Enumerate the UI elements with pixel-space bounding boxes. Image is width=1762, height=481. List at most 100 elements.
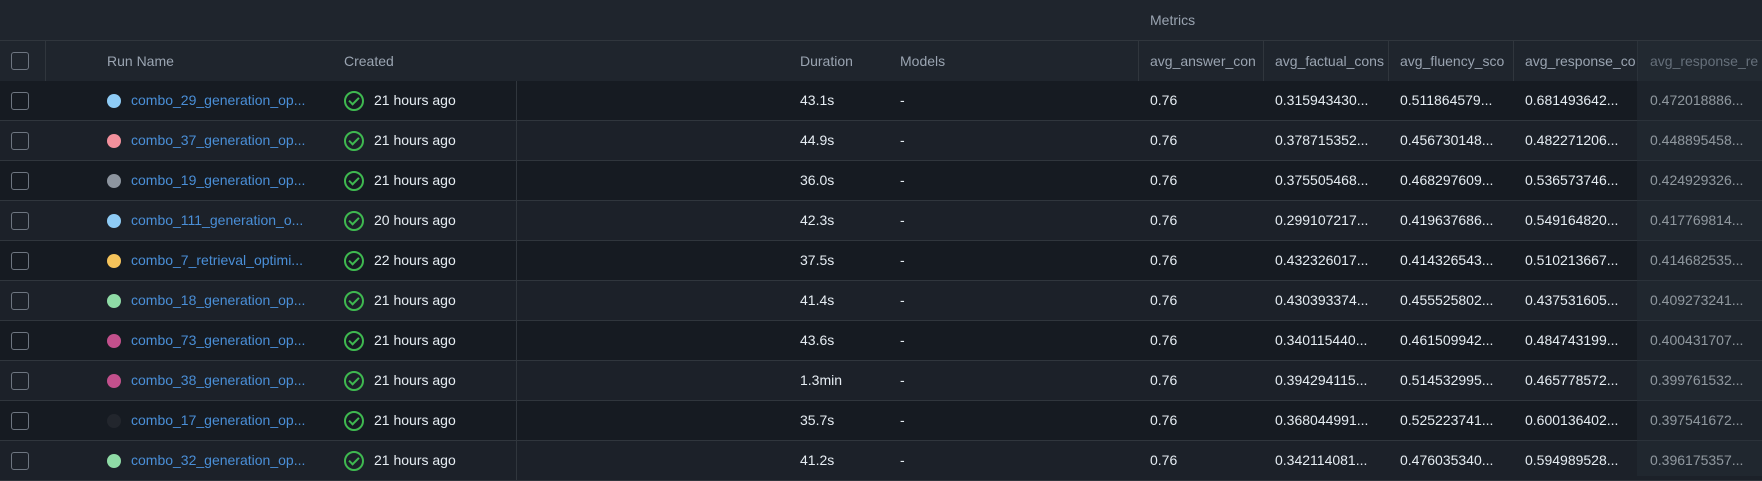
- row-select-checkbox[interactable]: [11, 372, 29, 390]
- avg-answer-value: 0.76: [1150, 452, 1178, 468]
- duration-value: 36.0s: [800, 172, 835, 188]
- table-row[interactable]: combo_32_generation_op... 21 hours ago 41.…: [0, 441, 1762, 481]
- column-header-avg-response-co[interactable]: avg_response_co: [1525, 41, 1635, 81]
- run-color-dot: [107, 214, 121, 228]
- column-header-models[interactable]: Models: [900, 41, 1100, 81]
- run-name-link[interactable]: combo_37_generation_op...: [131, 121, 316, 160]
- avg-factual-value: 0.342114081...: [1275, 452, 1368, 468]
- column-divider: [1513, 41, 1514, 81]
- row-select-checkbox[interactable]: [11, 172, 29, 190]
- avg-response-co-value: 0.465778572...: [1525, 372, 1619, 388]
- column-header-avg-fluency[interactable]: avg_fluency_sco: [1400, 41, 1510, 81]
- row-select-checkbox[interactable]: [11, 252, 29, 270]
- run-name-link[interactable]: combo_19_generation_op...: [131, 161, 316, 200]
- row-select-checkbox[interactable]: [11, 412, 29, 430]
- table-body: combo_29_generation_op... 21 hours ago 43.…: [0, 81, 1762, 481]
- row-select-checkbox[interactable]: [11, 452, 29, 470]
- models-value: -: [900, 172, 905, 188]
- row-select-checkbox[interactable]: [11, 332, 29, 350]
- table-row[interactable]: combo_18_generation_op... 21 hours ago 41.…: [0, 281, 1762, 321]
- created-time: 21 hours ago: [374, 372, 456, 388]
- avg-fluency-value: 0.525223741...: [1400, 412, 1494, 428]
- avg-response-re-value: 0.414682535...: [1650, 252, 1744, 268]
- column-divider: [1388, 41, 1389, 81]
- column-divider: [1138, 41, 1139, 81]
- column-divider: [516, 441, 517, 480]
- avg-answer-value: 0.76: [1150, 172, 1178, 188]
- avg-fluency-value: 0.414326543...: [1400, 252, 1494, 268]
- run-name-link[interactable]: combo_38_generation_op...: [131, 361, 316, 400]
- run-color-dot: [107, 374, 121, 388]
- column-divider: [516, 361, 517, 400]
- column-divider: [45, 41, 46, 81]
- avg-factual-value: 0.315943430...: [1275, 92, 1369, 108]
- created-time: 21 hours ago: [374, 172, 456, 188]
- run-name-link[interactable]: combo_32_generation_op...: [131, 441, 316, 480]
- column-header-avg-factual[interactable]: avg_factual_cons: [1275, 41, 1385, 81]
- success-check-icon: [344, 211, 364, 231]
- column-divider: [516, 161, 517, 200]
- success-check-icon: [344, 451, 364, 471]
- column-header-duration[interactable]: Duration: [800, 41, 890, 81]
- avg-fluency-value: 0.455525802...: [1400, 292, 1494, 308]
- table-row[interactable]: combo_111_generation_o... 20 hours ago 42.…: [0, 201, 1762, 241]
- duration-value: 35.7s: [800, 412, 835, 428]
- table-row[interactable]: combo_7_retrieval_optimi... 22 hours ago 3…: [0, 241, 1762, 281]
- avg-fluency-value: 0.468297609...: [1400, 172, 1494, 188]
- select-all-checkbox[interactable]: [11, 52, 29, 70]
- run-color-dot: [107, 174, 121, 188]
- run-name-link[interactable]: combo_73_generation_op...: [131, 321, 316, 360]
- avg-response-co-value: 0.549164820...: [1525, 212, 1619, 228]
- row-select-checkbox[interactable]: [11, 292, 29, 310]
- created-time: 22 hours ago: [374, 252, 456, 268]
- avg-response-co-value: 0.437531605...: [1525, 292, 1619, 308]
- run-name-link[interactable]: combo_17_generation_op...: [131, 401, 316, 440]
- row-select-checkbox[interactable]: [11, 132, 29, 150]
- run-color-dot: [107, 94, 121, 108]
- duration-value: 43.1s: [800, 92, 835, 108]
- table-row[interactable]: combo_37_generation_op... 21 hours ago 44.…: [0, 121, 1762, 161]
- avg-response-re-value: 0.424929326...: [1650, 172, 1744, 188]
- table-row[interactable]: combo_17_generation_op... 21 hours ago 35.…: [0, 401, 1762, 441]
- avg-fluency-value: 0.514532995...: [1400, 372, 1494, 388]
- run-name-link[interactable]: combo_111_generation_o...: [131, 201, 316, 240]
- run-name-link[interactable]: combo_7_retrieval_optimi...: [131, 241, 316, 280]
- success-check-icon: [344, 131, 364, 151]
- column-header-created[interactable]: Created: [344, 41, 544, 81]
- table-row[interactable]: combo_29_generation_op... 21 hours ago 43.…: [0, 81, 1762, 121]
- avg-response-co-value: 0.600136402...: [1525, 412, 1619, 428]
- duration-value: 43.6s: [800, 332, 835, 348]
- duration-value: 37.5s: [800, 252, 835, 268]
- created-time: 21 hours ago: [374, 92, 456, 108]
- table-row[interactable]: combo_38_generation_op... 21 hours ago 1.3…: [0, 361, 1762, 401]
- column-divider: [516, 81, 517, 120]
- models-value: -: [900, 132, 905, 148]
- success-check-icon: [344, 171, 364, 191]
- avg-response-re-value: 0.417769814...: [1650, 212, 1744, 228]
- column-divider: [516, 121, 517, 160]
- models-value: -: [900, 332, 905, 348]
- table-row[interactable]: combo_19_generation_op... 21 hours ago 36.…: [0, 161, 1762, 201]
- column-divider: [516, 241, 517, 280]
- row-select-checkbox[interactable]: [11, 92, 29, 110]
- run-name-link[interactable]: combo_18_generation_op...: [131, 281, 316, 320]
- run-color-dot: [107, 254, 121, 268]
- column-divider: [516, 281, 517, 320]
- column-header-avg-answer[interactable]: avg_answer_con: [1150, 41, 1260, 81]
- table-row[interactable]: combo_73_generation_op... 21 hours ago 43.…: [0, 321, 1762, 361]
- avg-fluency-value: 0.456730148...: [1400, 132, 1494, 148]
- avg-fluency-value: 0.461509942...: [1400, 332, 1494, 348]
- column-header-run-name[interactable]: Run Name: [107, 41, 307, 81]
- avg-factual-value: 0.430393374...: [1275, 292, 1369, 308]
- column-divider: [516, 401, 517, 440]
- duration-value: 44.9s: [800, 132, 835, 148]
- row-select-checkbox[interactable]: [11, 212, 29, 230]
- models-value: -: [900, 252, 905, 268]
- column-divider: [516, 201, 517, 240]
- run-name-link[interactable]: combo_29_generation_op...: [131, 81, 316, 120]
- avg-response-re-value: 0.409273241...: [1650, 292, 1744, 308]
- run-color-dot: [107, 454, 121, 468]
- column-header-avg-response-re[interactable]: avg_response_re: [1650, 41, 1762, 81]
- duration-value: 42.3s: [800, 212, 835, 228]
- models-value: -: [900, 412, 905, 428]
